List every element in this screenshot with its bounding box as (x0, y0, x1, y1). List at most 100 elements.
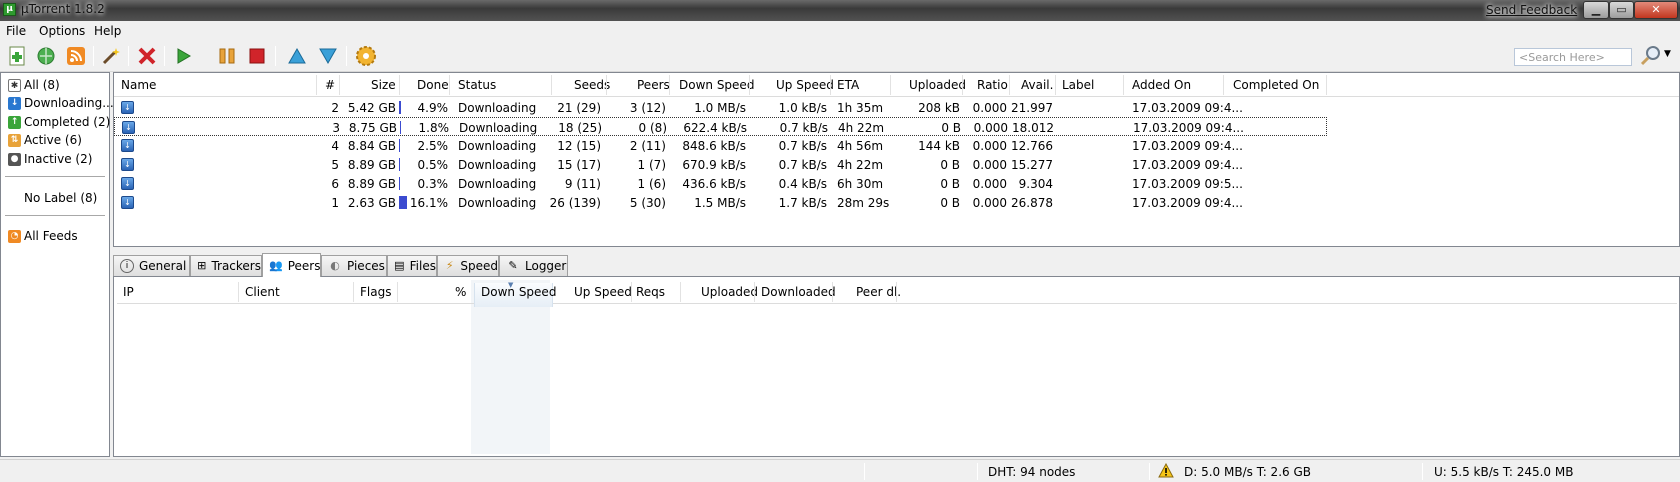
download-status[interactable]: D: 5.0 MB/s T: 2.6 GB (1184, 465, 1311, 479)
column-header-size[interactable]: Size (371, 78, 396, 92)
column-header-done[interactable]: Done (417, 78, 449, 92)
torrent-row[interactable]: ↓ 3 8.75 GB 1.8% Downloading 18 (25) 0 (8) 622.… (114, 117, 1327, 136)
warning-icon[interactable] (1158, 462, 1174, 481)
column-header-label[interactable]: Label (1062, 78, 1094, 92)
column-divider[interactable] (316, 75, 317, 95)
peers-panel[interactable]: ▼ IP Client Flags % Down Speed Up Speed … (113, 276, 1680, 457)
column-header-down-speed[interactable]: Down Speed (679, 78, 754, 92)
tab-general[interactable]: i General (113, 255, 190, 276)
peer-column-up-speed[interactable]: Up Speed (574, 285, 632, 299)
column-divider[interactable] (606, 75, 607, 95)
sidebar-item-no-label[interactable]: No Label (8) (24, 189, 97, 207)
column-divider[interactable] (1009, 75, 1010, 95)
torrent-list[interactable]: Name # Size Done Status Seeds Peers Down… (113, 72, 1680, 247)
menu-options[interactable]: Options (39, 24, 85, 38)
close-button[interactable]: ✕ (1634, 1, 1678, 19)
maximize-button[interactable]: ▭ (1609, 1, 1634, 19)
torrent-row[interactable]: ↓ 5 8.89 GB 0.5% Downloading 15 (17) 1 (7) 670.… (114, 155, 1679, 174)
remove-torrent-icon[interactable] (136, 45, 158, 67)
menu-help[interactable]: Help (94, 24, 121, 38)
column-divider[interactable] (680, 282, 681, 302)
sidebar-item-active[interactable]: ⇅ Active (6) (8, 131, 82, 149)
stop-icon[interactable] (246, 45, 268, 67)
column-divider[interactable] (399, 75, 400, 95)
column-header-added-on[interactable]: Added On (1132, 78, 1191, 92)
peer-column-reqs[interactable]: Reqs (636, 285, 665, 299)
move-up-icon[interactable] (286, 45, 308, 67)
peer-column-peer-dl[interactable]: Peer dl. (856, 285, 901, 299)
search-magnifier-icon[interactable] (1640, 45, 1662, 67)
tab-trackers[interactable]: ⊞ Trackers (190, 255, 262, 276)
column-divider[interactable] (238, 282, 239, 302)
peer-column-percent[interactable]: % (455, 285, 466, 299)
column-header-seeds[interactable]: Seeds (574, 78, 610, 92)
column-divider[interactable] (832, 282, 833, 302)
upload-status[interactable]: U: 5.5 kB/s T: 245.0 MB (1434, 465, 1573, 479)
torrent-row[interactable]: ↓ 2 5.42 GB 4.9% Downloading 21 (29) 3 (12) 1.0… (114, 98, 1679, 117)
column-divider[interactable] (339, 75, 340, 95)
sidebar-item-all[interactable]: ✱ All (8) (8, 76, 60, 94)
create-torrent-wand-icon[interactable] (100, 45, 122, 67)
column-header-uploaded[interactable]: Uploaded (909, 78, 966, 92)
peer-column-client[interactable]: Client (245, 285, 280, 299)
column-divider[interactable] (1223, 75, 1224, 95)
torrent-cell-size: 8.89 GB (347, 177, 396, 191)
sidebar-item-downloading[interactable]: ↓ Downloading... (8, 94, 114, 112)
column-header-number[interactable]: # (325, 78, 335, 92)
tab-pieces[interactable]: ◐ Pieces (321, 255, 387, 276)
column-divider[interactable] (830, 75, 831, 95)
column-divider[interactable] (631, 282, 632, 302)
column-divider[interactable] (551, 75, 552, 95)
column-divider[interactable] (449, 75, 450, 95)
menu-file[interactable]: File (6, 24, 26, 38)
rss-icon[interactable] (65, 45, 87, 67)
column-header-avail[interactable]: Avail. (1021, 78, 1053, 92)
column-divider[interactable] (962, 75, 963, 95)
column-divider[interactable] (397, 282, 398, 302)
sidebar-item-completed[interactable]: ↑ Completed (2) (8, 113, 110, 131)
column-divider[interactable] (669, 75, 670, 95)
column-divider[interactable] (749, 75, 750, 95)
sidebar-item-inactive[interactable]: ● Inactive (2) (8, 150, 92, 168)
column-header-name[interactable]: Name (121, 78, 156, 92)
sidebar-item-all-feeds[interactable]: ◔ All Feeds (8, 227, 78, 245)
torrent-row[interactable]: ↓ 4 8.84 GB 2.5% Downloading 12 (15) 2 (11) 848… (114, 136, 1679, 155)
column-divider[interactable] (1326, 75, 1327, 95)
menu-bar: File Options Help (0, 21, 1680, 41)
preferences-gear-icon[interactable] (355, 45, 377, 67)
add-url-icon[interactable] (35, 45, 57, 67)
tab-peers[interactable]: 👥 Peers (262, 253, 321, 277)
peer-column-flags[interactable]: Flags (360, 285, 391, 299)
move-down-icon[interactable] (317, 45, 339, 67)
tab-speed[interactable]: ⚡ Speed (437, 255, 499, 276)
add-torrent-icon[interactable] (6, 45, 28, 67)
column-divider[interactable] (1123, 75, 1124, 95)
peer-column-down-speed[interactable]: Down Speed (481, 285, 556, 299)
search-dropdown-arrow-icon[interactable]: ▼ (1664, 49, 1671, 59)
start-icon[interactable] (172, 45, 194, 67)
pause-icon[interactable] (216, 45, 238, 67)
send-feedback-link[interactable]: Send Feedback (1486, 3, 1577, 17)
tab-files[interactable]: ▤ Files (387, 255, 437, 276)
column-divider[interactable] (353, 282, 354, 302)
peer-column-ip[interactable]: IP (123, 285, 134, 299)
title-bar[interactable]: µ µTorrent 1.8.2 Send Feedback ▁ ▭ ✕ (0, 0, 1680, 21)
dht-status[interactable]: DHT: 94 nodes (988, 465, 1075, 479)
column-divider[interactable] (896, 282, 897, 302)
torrent-row[interactable]: ↓ 6 8.89 GB 0.3% Downloading 9 (11) 1 (6) 436.6… (114, 174, 1679, 193)
column-header-peers[interactable]: Peers (637, 78, 670, 92)
column-divider[interactable] (1055, 75, 1056, 95)
column-divider[interactable] (754, 282, 755, 302)
column-header-completed-on[interactable]: Completed On (1233, 78, 1319, 92)
torrent-row[interactable]: ↓ 1 2.63 GB 16.1% Downloading 26 (139) 5 (30) 1… (114, 193, 1679, 212)
column-header-ratio[interactable]: Ratio (977, 78, 1008, 92)
tab-logger[interactable]: ✎ Logger (499, 255, 568, 276)
minimize-button[interactable]: ▁ (1583, 1, 1609, 19)
peer-column-downloaded[interactable]: Downloaded (761, 285, 836, 299)
column-header-eta[interactable]: ETA (837, 78, 859, 92)
search-input[interactable]: <Search Here> (1514, 48, 1632, 66)
peer-column-uploaded[interactable]: Uploaded (701, 285, 758, 299)
column-divider[interactable] (890, 75, 891, 95)
column-header-up-speed[interactable]: Up Speed (776, 78, 834, 92)
column-header-status[interactable]: Status (458, 78, 496, 92)
